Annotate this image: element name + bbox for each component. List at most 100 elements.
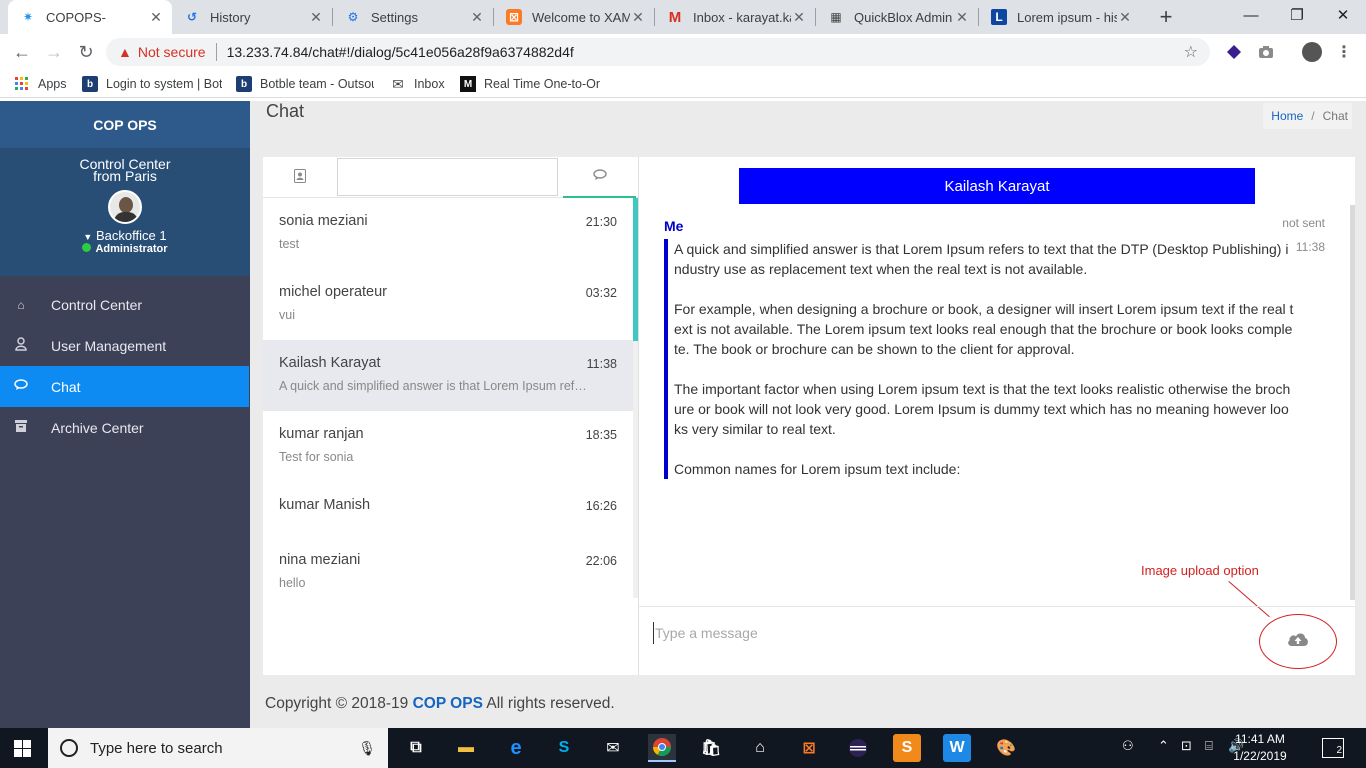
bookmark-inbox[interactable]: ✉ Inbox: [390, 75, 444, 93]
sidebar-item-control-center[interactable]: ⌂ Control Center: [0, 284, 250, 325]
sidebar-item-chat[interactable]: Chat: [0, 366, 249, 407]
online-status-icon: [82, 243, 92, 252]
dialog-item-sonia-meziani[interactable]: sonia meziani 21:30 test: [263, 198, 633, 269]
bookmark-star-icon[interactable]: ☆: [1184, 42, 1198, 62]
dialog-last-message: hello: [279, 576, 306, 590]
browser-tab-settings[interactable]: ⚙ Settings ✕: [333, 0, 493, 34]
dialog-item-nina-meziani[interactable]: nina meziani 22:06 hello: [263, 537, 633, 598]
browser-tab-gmail[interactable]: M Inbox - karayat.ka ✕: [655, 0, 815, 34]
message-composer: [639, 606, 1356, 675]
chat-header-contact-name: Kailash Karayat: [739, 168, 1255, 204]
word-app-icon[interactable]: W: [943, 734, 971, 762]
sidebar-item-archive-center[interactable]: Archive Center: [0, 407, 250, 448]
url-text[interactable]: 13.233.74.84/chat#!/dialog/5c41e056a28f9…: [227, 44, 574, 60]
tray-chevron-icon[interactable]: ⌃: [1158, 738, 1169, 754]
xampp-icon: ⊠: [506, 9, 522, 25]
xampp-taskbar-icon[interactable]: ⊠: [795, 734, 823, 762]
sidebar-item-user-management[interactable]: User Management: [0, 325, 250, 366]
chat-icon: [14, 379, 28, 394]
tab-title: Settings: [371, 9, 418, 25]
windows-start-icon[interactable]: [14, 740, 32, 757]
close-icon[interactable]: ✕: [308, 9, 324, 25]
chat-area: Kailash Karayat Me not sent 11:38 A quic…: [638, 157, 1356, 675]
browser-tab-quickblox[interactable]: ▦ QuickBlox Admin P ✕: [816, 0, 978, 34]
security-status[interactable]: Not secure: [138, 44, 206, 60]
mail-app-icon[interactable]: ✉: [599, 734, 627, 762]
window-close-icon[interactable]: ✕: [1320, 0, 1366, 30]
vpn-app-icon[interactable]: ⌂: [746, 734, 774, 762]
bookmark-login[interactable]: b Login to system | Bot: [82, 75, 222, 93]
cloud-upload-icon[interactable]: [1286, 627, 1310, 651]
close-icon[interactable]: ✕: [630, 9, 646, 25]
reload-icon[interactable]: ↻: [74, 40, 98, 64]
task-view-icon[interactable]: ⧉: [402, 734, 430, 762]
user-menu-toggle[interactable]: ▼ Backoffice 1: [0, 229, 250, 243]
dialog-item-michel-operateur[interactable]: michel operateur 03:32 vui: [263, 269, 633, 340]
taskbar-clock[interactable]: 11:41 AM 1/22/2019: [1228, 731, 1292, 765]
close-icon[interactable]: ✕: [469, 9, 485, 25]
dialog-item-kumar-ranjan[interactable]: kumar ranjan 18:35 Test for sonia: [263, 411, 633, 482]
file-explorer-icon[interactable]: ▬: [452, 734, 480, 762]
bookmark-apps[interactable]: Apps: [14, 75, 67, 93]
back-arrow-icon[interactable]: ←: [10, 40, 34, 64]
menu-kebab-icon[interactable]: ⋮: [1334, 42, 1354, 62]
dialog-time: 11:38: [586, 357, 617, 371]
network-icon[interactable]: ⌸: [1205, 738, 1213, 754]
message-input[interactable]: [653, 622, 1233, 644]
bookmarks-bar: Apps b Login to system | Bot b Botble te…: [0, 70, 1366, 98]
message-paragraph: The important factor when using Lorem ip…: [674, 381, 1291, 437]
clock-date: 1/22/2019: [1233, 749, 1287, 763]
dialog-last-message: Test for sonia: [279, 450, 354, 464]
avatar-body: [114, 212, 138, 222]
bookmark-realtime[interactable]: M Real Time One-to-On: [460, 75, 600, 93]
close-icon[interactable]: ✕: [954, 9, 970, 25]
chrome-icon[interactable]: [648, 734, 676, 762]
brand-logo[interactable]: COP OPS: [0, 101, 250, 148]
dialog-name: kumar ranjan: [279, 426, 364, 442]
main-content: Chat Home / Chat sonia meziani 21:30 tes…: [250, 101, 1366, 728]
bookmark-botble-team[interactable]: b Botble team - Outsou: [236, 75, 374, 93]
dialog-item-kailash-karayat[interactable]: Kailash Karayat 11:38 A quick and simpli…: [263, 340, 633, 411]
close-icon[interactable]: ✕: [1117, 9, 1133, 25]
browser-tab-copops[interactable]: ✷ COPOPS- ✕: [8, 0, 172, 34]
browser-tab-xampp[interactable]: ⊠ Welcome to XAMPP ✕: [494, 0, 654, 34]
action-center-icon[interactable]: 2: [1322, 738, 1344, 758]
extension-diamond-icon[interactable]: [1224, 42, 1244, 62]
browser-tab-history[interactable]: ↺ History ✕: [172, 0, 332, 34]
tray-security-icon[interactable]: ⊡: [1181, 738, 1192, 754]
paint-icon[interactable]: 🎨: [992, 734, 1020, 762]
contacts-tab[interactable]: [277, 157, 323, 198]
footer-brand[interactable]: COP OPS: [413, 695, 483, 712]
minimize-icon[interactable]: —: [1228, 0, 1274, 30]
dialog-item-kumar-manish[interactable]: kumar Manish 16:26: [263, 482, 633, 537]
skype-icon[interactable]: S: [550, 734, 578, 762]
bookmark-label: Botble team - Outsou: [260, 77, 374, 91]
avatar[interactable]: [108, 190, 142, 224]
browser-tab-lorem[interactable]: L Lorem ipsum - hist ✕: [979, 0, 1141, 34]
address-bar[interactable]: ▲ Not secure 13.233.74.84/chat#!/dialog/…: [106, 38, 1210, 66]
profile-avatar-icon[interactable]: [1302, 42, 1322, 62]
chats-tab[interactable]: [563, 157, 636, 198]
microphone-icon[interactable]: 🎙: [358, 740, 376, 757]
taskbar-search-box[interactable]: Type here to search 🎙: [48, 728, 388, 768]
contact-card-icon: [294, 169, 306, 186]
message-paragraph: Common names for Lorem ipsum text includ…: [674, 461, 961, 477]
messages-scrollbar[interactable]: [1350, 205, 1355, 600]
botble-icon: b: [82, 76, 98, 92]
notification-count: 2: [1336, 745, 1342, 756]
dialog-search-input[interactable]: [337, 158, 558, 196]
people-icon[interactable]: ⚇: [1122, 738, 1134, 754]
tab-title: History: [210, 9, 251, 25]
edge-icon[interactable]: e: [502, 734, 530, 762]
close-icon[interactable]: ✕: [791, 9, 807, 25]
footer-prefix: Copyright © 2018-19: [265, 695, 413, 712]
breadcrumb-home-link[interactable]: Home: [1271, 109, 1303, 123]
eclipse-icon[interactable]: [844, 734, 872, 762]
store-icon[interactable]: 🛍: [697, 734, 725, 762]
forward-arrow-icon[interactable]: →: [42, 40, 66, 64]
sublime-text-icon[interactable]: S: [893, 734, 921, 762]
new-tab-icon[interactable]: +: [1154, 4, 1178, 29]
close-icon[interactable]: ✕: [148, 9, 164, 25]
restore-icon[interactable]: ❐: [1274, 0, 1320, 30]
camera-icon[interactable]: [1256, 42, 1276, 62]
